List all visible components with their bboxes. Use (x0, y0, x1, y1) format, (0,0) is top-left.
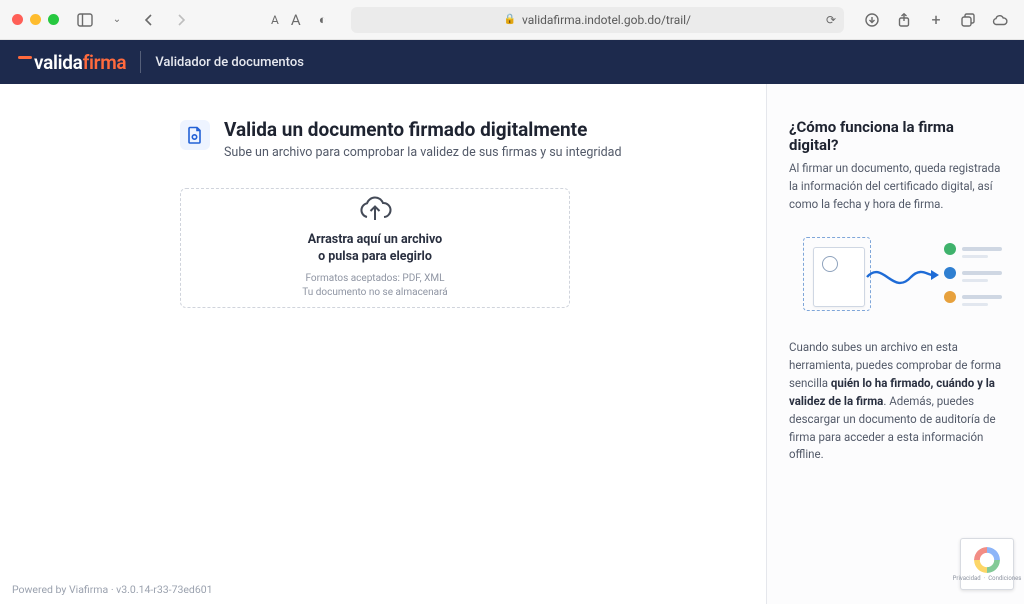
browser-chrome: ⌄ A A ◐ 🔒 validafirma.indotel.gob.do/tra… (0, 0, 1024, 40)
close-window-button[interactable] (12, 14, 23, 25)
sidebar-paragraph-2: Cuando subes un archivo en esta herramie… (789, 339, 1002, 464)
version-text: v3.0.14-r33-73ed601 (116, 583, 212, 596)
forward-button[interactable] (169, 8, 193, 32)
main-column: Valida un documento firmado digitalmente… (0, 84, 766, 604)
sidebar-title: ¿Cómo funciona la firma digital? (789, 118, 1002, 154)
sidebar-paragraph-1: Al firmar un documento, queda registrada… (789, 160, 1002, 213)
file-drop-zone[interactable]: Arrastra aquí un archivo o pulsa para el… (180, 188, 570, 308)
check-blue-icon (944, 267, 956, 279)
increase-font-button[interactable]: A (289, 11, 303, 29)
back-button[interactable] (137, 8, 161, 32)
window-controls (12, 14, 59, 25)
minimize-window-button[interactable] (30, 14, 41, 25)
check-orange-icon (944, 291, 956, 303)
reload-button[interactable]: ⟳ (826, 13, 836, 27)
sidebar: ¿Cómo funciona la firma digital? Al firm… (766, 84, 1024, 604)
page-title: Valida un documento firmado digitalmente (224, 118, 622, 141)
powered-by-link[interactable]: Powered by Viafirma (12, 583, 108, 596)
check-green-icon (944, 243, 956, 255)
reader-contrast-button[interactable]: ◐ (311, 8, 335, 32)
decrease-font-button[interactable]: A (269, 13, 281, 27)
dropzone-instruction: Arrastra aquí un archivo o pulsa para el… (308, 232, 443, 266)
arrow-icon (865, 263, 939, 291)
share-button[interactable] (892, 8, 916, 32)
document-icon (180, 120, 210, 150)
tabs-button[interactable] (956, 8, 980, 32)
cloud-icon[interactable] (988, 8, 1012, 32)
page-subtitle: Sube un archivo para comprobar la valide… (224, 145, 622, 160)
page-body: Valida un documento firmado digitalmente… (0, 84, 1024, 604)
dropzone-hint: Formatos aceptados: PDF, XML Tu document… (302, 272, 447, 300)
upload-cloud-icon (358, 196, 392, 226)
address-bar[interactable]: 🔒 validafirma.indotel.gob.do/trail/ ⟳ (351, 7, 844, 33)
downloads-button[interactable] (860, 8, 884, 32)
maximize-window-button[interactable] (48, 14, 59, 25)
footer: Powered by Viafirma · v3.0.14-r33-73ed60… (12, 583, 213, 596)
brand-text-firma: firma (83, 51, 127, 74)
chevron-down-icon[interactable]: ⌄ (105, 8, 129, 32)
app-header: validafirma Validador de documentos (0, 40, 1024, 84)
sidebar-toggle-button[interactable] (73, 8, 97, 32)
recaptcha-badge[interactable]: Privacidad·Condiciones (960, 538, 1014, 590)
brand-logo[interactable]: validafirma (18, 51, 126, 74)
new-tab-button[interactable]: + (924, 8, 948, 32)
recaptcha-icon (974, 547, 1000, 573)
header-subtitle: Validador de documentos (155, 55, 304, 70)
how-it-works-illustration (789, 231, 1002, 319)
brand-accent-icon (18, 56, 32, 59)
lock-icon: 🔒 (504, 14, 516, 25)
header-divider (140, 51, 141, 73)
brand-text-valida: valida (34, 51, 83, 74)
url-text: validafirma.indotel.gob.do/trail/ (522, 13, 691, 27)
